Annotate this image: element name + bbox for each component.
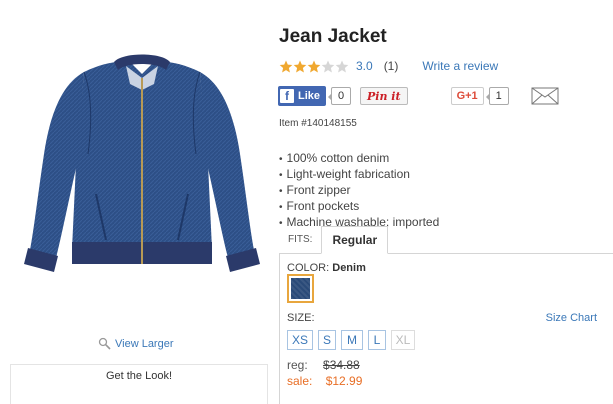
size-option-s[interactable]: S bbox=[318, 330, 336, 350]
color-swatch-denim[interactable] bbox=[287, 274, 314, 303]
rating-value[interactable]: 3.0 bbox=[356, 59, 373, 73]
feature-list: 100% cotton denim Light-weight fabricati… bbox=[279, 151, 440, 231]
facebook-like-label: Like bbox=[298, 90, 321, 102]
regular-price-value: $34.88 bbox=[323, 358, 360, 372]
size-chart-link[interactable]: Size Chart bbox=[546, 312, 597, 324]
color-value: Denim bbox=[332, 262, 366, 274]
feature-item: Front zipper bbox=[279, 183, 439, 199]
feature-item: Light-weight fabrication bbox=[279, 167, 439, 183]
product-title: Jean Jacket bbox=[279, 26, 387, 47]
star-filled-icon bbox=[293, 60, 307, 72]
size-selector: XS S M L XL bbox=[287, 330, 415, 350]
google-plus-count: 1 bbox=[485, 87, 509, 105]
view-larger-link[interactable]: View Larger bbox=[98, 337, 174, 350]
magnifier-icon bbox=[98, 337, 111, 350]
regular-price: reg: $34.88 bbox=[287, 358, 360, 372]
size-option-xl-unavailable: XL bbox=[391, 330, 415, 350]
google-plus-button[interactable]: G+1 bbox=[450, 87, 484, 105]
star-rating[interactable] bbox=[279, 60, 349, 73]
facebook-like-count: 0 bbox=[328, 87, 352, 105]
review-count: (1) bbox=[383, 59, 399, 73]
feature-item: 100% cotton denim bbox=[279, 151, 439, 167]
star-empty-icon bbox=[335, 60, 349, 72]
size-option-xs[interactable]: XS bbox=[287, 330, 313, 350]
fits-tabs: FITS: Regular bbox=[279, 226, 613, 254]
item-number: Item #140148155 bbox=[279, 118, 357, 129]
product-details-column: Jean Jacket 3.0 (1) Write a review f Lik… bbox=[270, 0, 613, 404]
star-empty-icon bbox=[321, 60, 335, 72]
sale-price: sale: $12.99 bbox=[287, 374, 362, 388]
star-filled-icon bbox=[307, 60, 321, 72]
color-row: COLOR: Denim bbox=[287, 262, 366, 274]
facebook-like-button[interactable]: f Like bbox=[278, 86, 327, 106]
social-share-row: f Like 0 Pin it G+1 1 bbox=[278, 86, 559, 106]
pinterest-pin-button[interactable]: Pin it bbox=[360, 87, 408, 105]
size-option-l[interactable]: L bbox=[368, 330, 386, 350]
get-the-look-panel: Get the Look! bbox=[10, 364, 268, 404]
facebook-icon: f bbox=[280, 89, 294, 103]
sale-price-label: sale: bbox=[287, 374, 313, 388]
feature-item: Front pockets bbox=[279, 199, 439, 215]
write-review-link[interactable]: Write a review bbox=[422, 59, 498, 73]
options-panel: COLOR: Denim SIZE: Size Chart XS S M L X… bbox=[279, 254, 613, 404]
rating-row: 3.0 (1) Write a review bbox=[279, 59, 498, 73]
fits-label: FITS: bbox=[288, 234, 313, 245]
sale-price-value: $12.99 bbox=[325, 374, 363, 388]
get-the-look-heading: Get the Look! bbox=[105, 370, 173, 382]
star-filled-icon bbox=[279, 60, 293, 72]
email-icon[interactable] bbox=[531, 87, 559, 105]
product-image-column: View Larger Get the Look! bbox=[0, 0, 270, 404]
size-option-m[interactable]: M bbox=[341, 330, 363, 350]
size-label: SIZE: bbox=[287, 312, 315, 324]
tab-regular[interactable]: Regular bbox=[321, 226, 389, 254]
product-image-jean-jacket[interactable] bbox=[22, 44, 262, 276]
swatch-fill bbox=[291, 278, 310, 299]
view-larger-label: View Larger bbox=[115, 337, 174, 350]
color-label: COLOR: bbox=[287, 262, 330, 274]
regular-price-label: reg: bbox=[287, 358, 308, 372]
